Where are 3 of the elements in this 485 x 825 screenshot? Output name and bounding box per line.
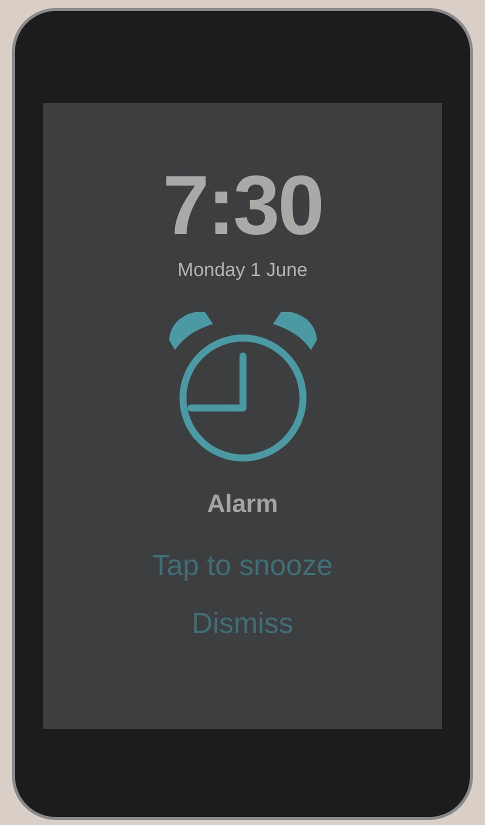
clock-time: 7:30	[162, 163, 322, 247]
alarm-label: Alarm	[207, 488, 278, 520]
date-label: Monday 1 June	[178, 259, 308, 283]
